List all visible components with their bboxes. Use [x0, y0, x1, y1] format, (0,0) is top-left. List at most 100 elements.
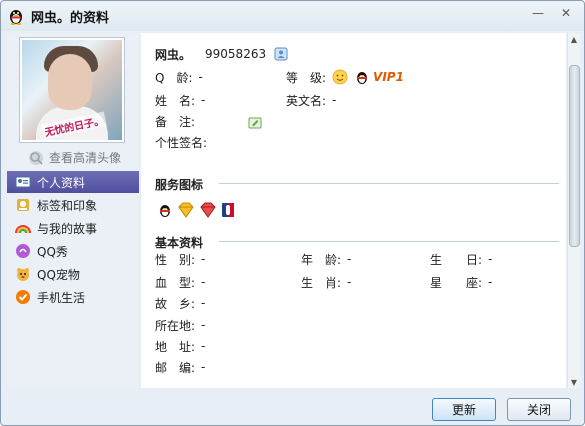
- name-label: 姓 名:: [155, 93, 196, 108]
- age-row: 年 龄: -: [301, 250, 351, 268]
- location-value: -: [201, 318, 206, 332]
- constellation-label: 星 座:: [430, 275, 483, 290]
- blood-type-label: 血 型:: [155, 275, 196, 290]
- level-row: 等 级: VIP1: [286, 68, 404, 86]
- rainbow-icon: [15, 220, 31, 236]
- address-label: 地 址:: [155, 339, 196, 354]
- blood-type-row: 血 型: -: [155, 273, 205, 291]
- hometown-row: 故 乡: -: [155, 294, 205, 312]
- close-window-button[interactable]: ✕: [552, 3, 580, 23]
- qq-show-icon: [15, 243, 31, 259]
- zipcode-label: 邮 编:: [155, 360, 196, 375]
- age-value: -: [347, 252, 352, 266]
- blood-type-value: -: [201, 275, 206, 289]
- sidebar-item-qq-pet[interactable]: QQ宠物: [7, 263, 139, 285]
- location-row: 所在地: -: [155, 316, 205, 334]
- sidebar-item-story[interactable]: 与我的故事: [7, 217, 139, 239]
- services-divider: [219, 183, 559, 184]
- basic-info-title: 基本资料: [155, 236, 204, 250]
- gender-label: 性 别:: [155, 252, 196, 267]
- qq-age-label: Q 龄:: [155, 70, 193, 85]
- english-name-label: 英文名:: [286, 93, 327, 108]
- english-name-value: -: [332, 93, 337, 107]
- hometown-label: 故 乡:: [155, 296, 196, 311]
- signature-row: 个性签名:: [155, 133, 207, 151]
- magnifier-icon: [29, 150, 43, 165]
- tag-icon: [15, 197, 31, 213]
- sidebar-item-label: 标签和印象: [37, 198, 98, 213]
- constellation-row: 星 座: -: [430, 273, 492, 291]
- refresh-button[interactable]: 更新: [432, 398, 496, 421]
- profile-window: 网虫。的资料 — ✕ 无忧的日子。 查看高清头像 个人资料 标签和印象 与我的故…: [0, 0, 585, 426]
- minimize-button[interactable]: —: [524, 3, 552, 23]
- age-label: 年 龄:: [301, 252, 342, 267]
- qq-age-value: -: [198, 70, 203, 84]
- qq-number: 99058263: [205, 47, 267, 61]
- sidebar-item-label: QQ秀: [37, 244, 68, 259]
- qq-vip-service-icon[interactable]: [157, 202, 173, 218]
- sun-level-icon: [332, 69, 348, 85]
- sidebar-item-qq-show[interactable]: QQ秀: [7, 240, 139, 262]
- services-title: 服务图标: [155, 178, 204, 192]
- sidebar-nav: 个人资料 标签和印象 与我的故事 QQ秀 QQ宠物 手机生活: [7, 171, 139, 309]
- profile-card-icon: [15, 174, 31, 190]
- title-bar: 网虫。的资料 — ✕: [1, 1, 584, 31]
- yellow-diamond-icon[interactable]: [177, 202, 195, 218]
- zipcode-row: 邮 编: -: [155, 358, 205, 376]
- qq-penguin-icon: [7, 7, 25, 25]
- service-icons: [157, 201, 235, 219]
- zodiac-row: 生 肖: -: [301, 273, 351, 291]
- sidebar-item-label: 与我的故事: [37, 221, 98, 236]
- address-value: -: [201, 339, 206, 353]
- level-label: 等 级:: [286, 70, 327, 85]
- name-row: 姓 名: -: [155, 91, 205, 109]
- remark-row: 备 注:: [155, 112, 195, 130]
- sidebar-item-mobile-life[interactable]: 手机生活: [7, 286, 139, 308]
- scroll-down-arrow-icon[interactable]: ▼: [568, 376, 580, 388]
- gender-value: -: [201, 252, 206, 266]
- signature-label: 个性签名:: [155, 135, 208, 150]
- name-value: -: [201, 93, 206, 107]
- nickname: 网虫。: [155, 47, 192, 62]
- avatar-face: [48, 54, 92, 110]
- basic-info-divider: [219, 241, 559, 242]
- scrollbar-thumb[interactable]: [569, 65, 580, 247]
- nickname-row: 网虫。 99058263: [155, 45, 288, 63]
- contact-card-icon[interactable]: [274, 47, 288, 61]
- birthday-label: 生 日:: [430, 252, 483, 267]
- scroll-up-arrow-icon[interactable]: ▲: [568, 33, 580, 45]
- constellation-value: -: [488, 275, 493, 289]
- sidebar-item-label: 个人资料: [37, 175, 86, 190]
- vip-badge: VIP1: [373, 70, 404, 84]
- hometown-value: -: [201, 296, 206, 310]
- english-name-row: 英文名: -: [286, 91, 336, 109]
- address-row: 地 址: -: [155, 337, 205, 355]
- gender-row: 性 别: -: [155, 250, 205, 268]
- zipcode-value: -: [201, 360, 206, 374]
- birthday-row: 生 日: -: [430, 250, 492, 268]
- avatar-frame: 无忧的日子。: [19, 37, 125, 143]
- footer: 更新 关闭: [1, 391, 584, 425]
- profile-content: 网虫。 99058263 Q 龄: - 等 级: VIP1 姓 名: - 英文名…: [141, 33, 566, 388]
- sidebar-item-profile[interactable]: 个人资料: [7, 171, 139, 193]
- avatar[interactable]: 无忧的日子。: [22, 40, 122, 140]
- remark-label: 备 注:: [155, 114, 196, 129]
- nba-badge-icon[interactable]: [221, 202, 235, 218]
- window-title: 网虫。的资料: [31, 11, 110, 26]
- pet-icon: [15, 266, 31, 282]
- sidebar: 无忧的日子。 查看高清头像 个人资料 标签和印象 与我的故事 QQ秀 QQ宠物 …: [7, 33, 139, 388]
- sidebar-item-tags[interactable]: 标签和印象: [7, 194, 139, 216]
- sidebar-item-label: 手机生活: [37, 290, 86, 305]
- view-hd-avatar-link[interactable]: 查看高清头像: [29, 149, 121, 166]
- edit-remark-icon[interactable]: [248, 116, 262, 130]
- view-hd-avatar-label: 查看高清头像: [49, 151, 122, 165]
- location-label: 所在地:: [155, 318, 196, 333]
- close-button[interactable]: 关闭: [507, 398, 571, 421]
- vip-penguin-icon: [354, 69, 370, 85]
- zodiac-label: 生 肖:: [301, 275, 342, 290]
- vertical-scrollbar[interactable]: ▲ ▼: [567, 33, 580, 388]
- qq-age-row: Q 龄: -: [155, 68, 203, 86]
- red-diamond-icon[interactable]: [199, 202, 217, 218]
- sidebar-item-label: QQ宠物: [37, 267, 80, 282]
- birthday-value: -: [488, 252, 493, 266]
